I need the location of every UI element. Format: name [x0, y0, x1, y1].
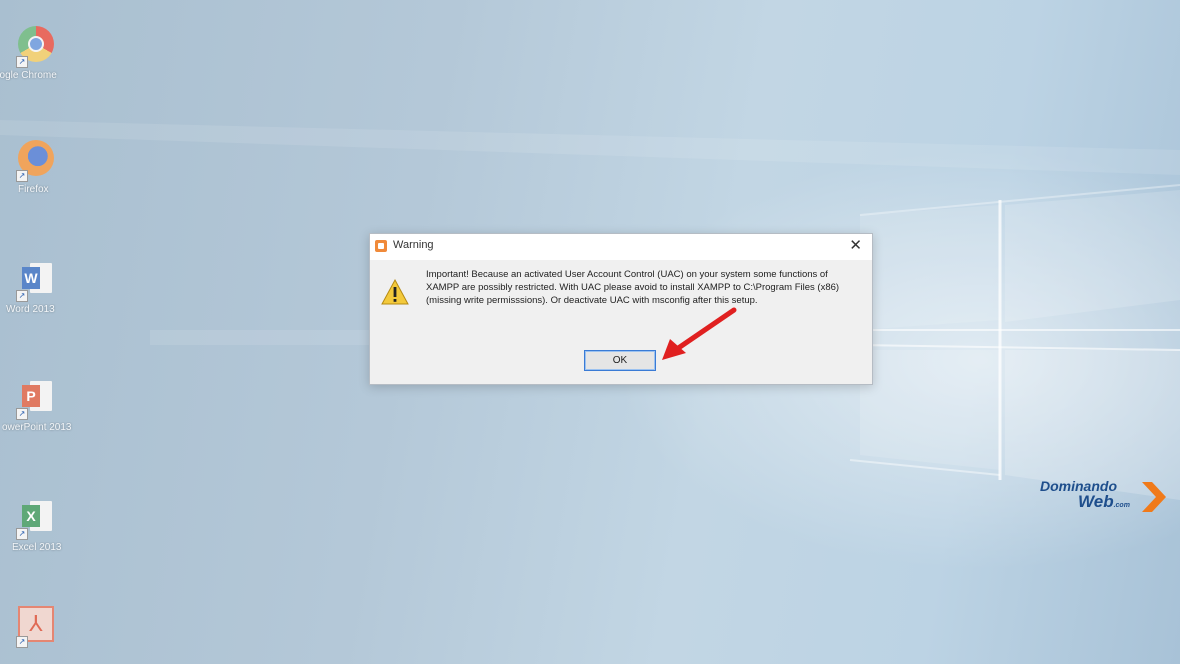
excel-letter: X [22, 505, 40, 527]
desktop-icon-excel[interactable]: X ↗ Excel 2013 [0, 498, 72, 553]
desktop-icon-word[interactable]: W ↗ Word 2013 [0, 260, 72, 315]
shortcut-arrow-icon: ↗ [16, 408, 28, 420]
logo-line2: Web.com [1078, 492, 1130, 511]
shortcut-arrow-icon: ↗ [16, 290, 28, 302]
desktop-icon-powerpoint[interactable]: P ↗ owerPoint 2013 [0, 378, 72, 433]
shortcut-arrow-icon: ↗ [16, 56, 28, 68]
desktop-icon-label: Excel 2013 [12, 542, 62, 553]
desktop-icon-acrobat[interactable]: ⅄ ↗ [0, 606, 72, 648]
desktop: ↗ oogle Chrome ↗ Firefox W ↗ Word 2013 P [0, 0, 1180, 664]
desktop-icon-label: Firefox [18, 184, 49, 195]
shortcut-arrow-icon: ↗ [16, 636, 28, 648]
desktop-icon-label: oogle Chrome [0, 70, 57, 81]
dialog-message: Important! Because an activated User Acc… [426, 269, 840, 306]
chrome-icon: ↗ [16, 26, 56, 68]
red-arrow-icon [662, 307, 737, 360]
shortcut-arrow-icon: ↗ [16, 170, 28, 182]
desktop-icon-label: Word 2013 [6, 304, 55, 315]
excel-icon: X ↗ [16, 498, 56, 540]
powerpoint-icon: P ↗ [16, 378, 56, 420]
desktop-icon-firefox[interactable]: ↗ Firefox [0, 140, 72, 195]
word-icon: W ↗ [16, 260, 56, 302]
acrobat-reader-icon: ⅄ ↗ [16, 606, 56, 648]
word-letter: W [22, 267, 40, 289]
dialog-titlebar[interactable]: Warning ✕ [370, 234, 872, 256]
chevron-right-icon [1142, 482, 1166, 512]
dialog-title: Warning [393, 239, 434, 251]
desktop-icon-chrome[interactable]: ↗ oogle Chrome [0, 26, 72, 81]
firefox-icon: ↗ [16, 140, 56, 182]
ok-button[interactable]: OK [584, 350, 656, 371]
xampp-icon [375, 240, 387, 252]
close-button[interactable]: ✕ [849, 236, 862, 254]
warning-dialog: Warning ✕ Important! Because an activate… [369, 233, 873, 385]
powerpoint-letter: P [22, 385, 40, 407]
dialog-body: Important! Because an activated User Acc… [370, 260, 872, 371]
warning-icon [381, 278, 409, 305]
desktop-icon-label: owerPoint 2013 [2, 422, 72, 433]
shortcut-arrow-icon: ↗ [16, 528, 28, 540]
dominandoweb-logo: Dominando Web.com [1040, 478, 1170, 518]
